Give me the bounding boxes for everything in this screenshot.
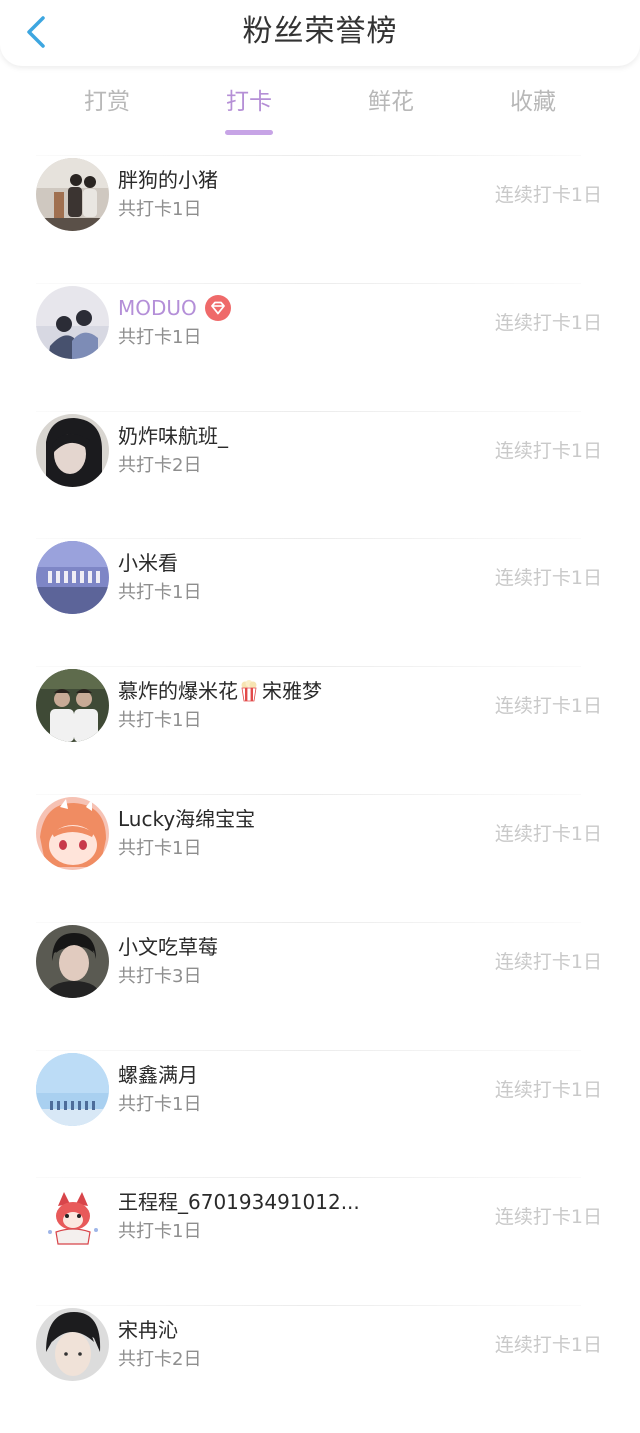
list-item[interactable]: MODUO 共打卡1日 连续打卡1日 (0, 282, 640, 411)
user-name: 慕炸的爆米花 宋雅梦 (118, 679, 322, 704)
total-checkins: 共打卡1日 (118, 199, 202, 220)
popcorn-icon (240, 680, 258, 702)
avatar[interactable] (36, 541, 109, 615)
user-name: 胖狗的小猪 (118, 168, 218, 192)
top-bar: 粉丝荣誉榜 (0, 0, 640, 66)
list-item[interactable]: 小米看 共打卡1日 连续打卡1日 (0, 538, 640, 666)
streak-text: 连续打卡1日 (494, 950, 602, 973)
avatar[interactable] (36, 413, 109, 487)
tab-flowers[interactable]: 鲜花 (331, 86, 451, 118)
user-name: 奶炸味航班_ (118, 423, 228, 448)
divider (36, 155, 581, 156)
total-checkins: 共打卡2日 (118, 454, 202, 476)
total-checkins: 共打卡1日 (118, 838, 202, 859)
list-item[interactable]: 胖狗的小猪 共打卡1日 连续打卡1日 (0, 155, 640, 283)
page-title: 粉丝荣誉榜 (242, 14, 398, 49)
streak-text: 连续打卡1日 (494, 439, 602, 462)
avatar[interactable] (36, 924, 109, 998)
tab-checkin[interactable]: 打卡 (189, 86, 309, 135)
total-checkins: 共打卡1日 (118, 326, 202, 348)
divider (36, 538, 581, 540)
diamond-badge-icon (204, 294, 231, 321)
streak-text: 连续打卡1日 (494, 823, 602, 845)
list-item[interactable]: 奶炸味航班_ 共打卡2日 连续打卡1日 (0, 410, 640, 539)
list-item[interactable]: 王程程_670193491012... 共打卡1日 连续打卡1日 (0, 1177, 640, 1305)
tab-checkin-label: 打卡 (226, 89, 272, 115)
divider (36, 1305, 581, 1307)
active-tab-indicator (225, 130, 273, 135)
total-checkins: 共打卡1日 (118, 1093, 202, 1115)
list-item[interactable]: Lucky海绵宝宝 共打卡1日 连续打卡1日 (0, 794, 640, 922)
user-name: Lucky海绵宝宝 (118, 807, 256, 831)
streak-text: 连续打卡1日 (494, 567, 602, 590)
user-name: 螺鑫满月 (118, 1062, 198, 1087)
avatar[interactable] (36, 1308, 109, 1382)
user-name: 王程程_670193491012... (118, 1190, 360, 1215)
user-name: 宋冉沁 (118, 1318, 178, 1343)
tab-tip[interactable]: 打赏 (47, 86, 167, 118)
user-name: 小米看 (118, 551, 178, 576)
divider (36, 921, 581, 923)
avatar[interactable] (36, 285, 109, 359)
user-name: MODUO (118, 293, 231, 323)
total-checkins: 共打卡1日 (118, 1221, 202, 1243)
streak-text: 连续打卡1日 (494, 695, 602, 718)
user-name: 小文吃草莓 (118, 934, 218, 959)
total-checkins: 共打卡3日 (118, 965, 202, 987)
divider (36, 1177, 581, 1179)
total-checkins: 共打卡2日 (118, 1349, 202, 1371)
divider (36, 282, 581, 284)
avatar[interactable] (36, 1180, 109, 1254)
streak-text: 连续打卡1日 (494, 184, 602, 206)
avatar[interactable] (36, 1052, 109, 1126)
divider (36, 666, 581, 668)
divider (36, 410, 581, 412)
streak-text: 连续打卡1日 (494, 1334, 602, 1357)
list-item[interactable]: 慕炸的爆米花 宋雅梦 共打卡1日 连续打卡1日 (0, 666, 640, 794)
tab-favorites[interactable]: 收藏 (473, 86, 593, 118)
list-item[interactable]: 小文吃草莓 共打卡3日 连续打卡1日 (0, 921, 640, 1050)
list-item[interactable]: 螺鑫满月 共打卡1日 连续打卡1日 (0, 1049, 640, 1178)
list-item[interactable]: 宋冉沁 共打卡2日 连续打卡1日 (0, 1305, 640, 1433)
avatar[interactable] (36, 158, 109, 231)
total-checkins: 共打卡1日 (118, 582, 202, 604)
streak-text: 连续打卡1日 (494, 1206, 602, 1229)
divider (36, 794, 581, 795)
total-checkins: 共打卡1日 (118, 710, 202, 732)
tab-bar: 打赏 打卡 鲜花 收藏 (0, 80, 640, 136)
streak-text: 连续打卡1日 (494, 311, 602, 334)
streak-text: 连续打卡1日 (494, 1078, 602, 1101)
avatar[interactable] (36, 797, 109, 870)
divider (36, 1049, 581, 1051)
avatar[interactable] (36, 669, 109, 743)
